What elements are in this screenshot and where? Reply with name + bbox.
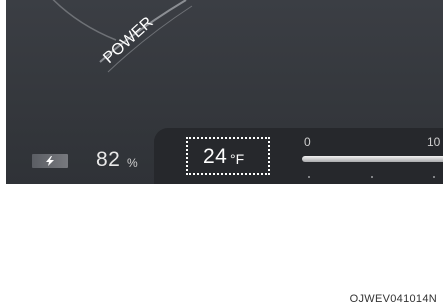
scale-tick (433, 176, 435, 178)
outside-temperature-unit: °F (230, 151, 245, 167)
instrument-cluster: POWER 82 % 24 °F 0 10 (6, 0, 443, 184)
temperature-highlight-box (186, 137, 270, 175)
image-code-caption: OJWEV041014N (349, 293, 437, 305)
scale-bar (302, 156, 443, 162)
battery-charge-icon (32, 154, 68, 168)
battery-level-value: 82 (96, 148, 121, 171)
gauge-label: POWER (100, 14, 156, 67)
scale-min-label: 0 (304, 135, 311, 149)
scale-max-label: 10 (427, 135, 441, 149)
scale-tick (371, 176, 373, 178)
scale-tick (308, 176, 310, 178)
outside-temperature-value: 24 (203, 145, 228, 168)
battery-level-unit: % (127, 156, 138, 170)
